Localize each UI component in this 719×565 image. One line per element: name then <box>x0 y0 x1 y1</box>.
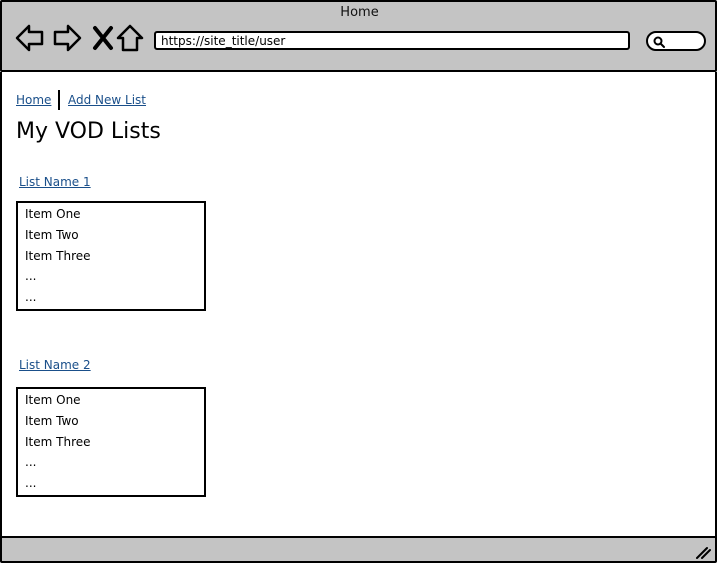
list-item[interactable]: ... <box>25 455 36 469</box>
list-item[interactable]: Item One <box>25 207 81 221</box>
address-bar[interactable] <box>154 31 630 50</box>
back-arrow-icon[interactable] <box>14 22 46 54</box>
window-title: Home <box>340 5 379 20</box>
search-box[interactable] <box>646 31 706 51</box>
home-icon[interactable] <box>114 22 146 54</box>
browser-status-bar <box>0 536 717 563</box>
list-item[interactable]: ... <box>25 269 36 283</box>
add-new-list-link[interactable]: Add New List <box>68 93 146 107</box>
list-name-link[interactable]: List Name 1 <box>19 175 91 189</box>
list-name-link[interactable]: List Name 2 <box>19 358 91 372</box>
list-item[interactable]: Item Two <box>25 228 79 242</box>
list-item[interactable]: ... <box>25 476 36 490</box>
search-icon <box>653 36 665 48</box>
list-item[interactable]: Item Three <box>25 249 91 263</box>
breadcrumb-separator <box>58 90 60 110</box>
list-box[interactable]: Item One Item Two Item Three ... ... <box>16 387 206 497</box>
page-title: My VOD Lists <box>16 119 161 144</box>
list-box[interactable]: Item One Item Two Item Three ... ... <box>16 201 206 311</box>
list-item[interactable]: Item Three <box>25 435 91 449</box>
browser-window: Home Home Add New List My VOD Lists List… <box>0 0 719 565</box>
forward-arrow-icon[interactable] <box>51 22 83 54</box>
list-item[interactable]: Item One <box>25 393 81 407</box>
breadcrumb-home-link[interactable]: Home <box>16 93 51 107</box>
list-item[interactable]: Item Two <box>25 414 79 428</box>
resize-grip-icon[interactable] <box>695 545 711 559</box>
list-item[interactable]: ... <box>25 290 36 304</box>
